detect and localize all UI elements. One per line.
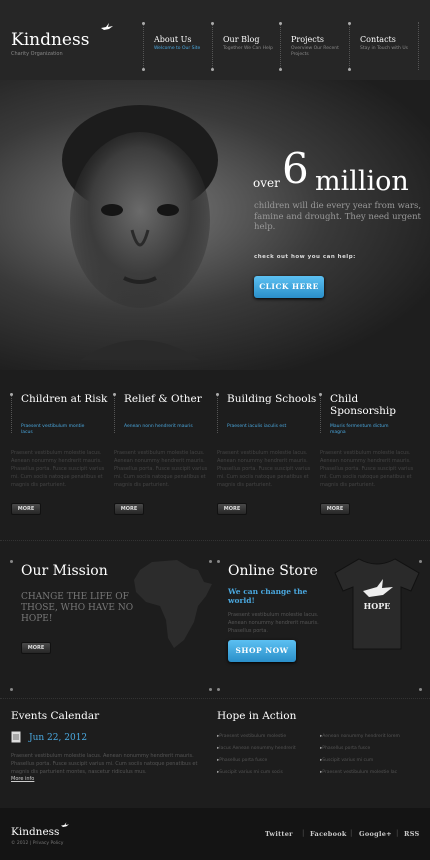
nav-label: Contacts: [360, 35, 396, 44]
more-info-link[interactable]: More info: [11, 776, 34, 782]
hope-link[interactable]: Iacus Aenean nonummy hendrerit: [217, 746, 296, 751]
feature-column: Child Sponsorship Mauris fermentum dictu…: [319, 393, 415, 523]
column-dot: [113, 393, 116, 396]
nav-item-about[interactable]: About Us Welcome to Our Site: [142, 22, 213, 71]
column-title: Building Schools: [227, 393, 317, 405]
more-button[interactable]: MORE: [320, 503, 350, 515]
more-button[interactable]: MORE: [21, 642, 51, 654]
nav-dot: [211, 68, 214, 71]
hope-link[interactable]: Suscipit varius mi cum: [320, 758, 373, 763]
separator: |: [302, 829, 305, 837]
mission-title: Our Mission: [21, 563, 108, 579]
footer-logo[interactable]: Kindness: [11, 826, 59, 838]
dove-icon: [101, 23, 113, 30]
nav-item-blog[interactable]: Our Blog Together We Can Help: [211, 22, 282, 71]
corner-dot: [10, 688, 13, 691]
nav-dot: [279, 68, 282, 71]
column-divider: [11, 393, 12, 433]
hope-link[interactable]: Aenean nonummy hendrerit lorem: [320, 734, 400, 739]
more-button[interactable]: MORE: [11, 503, 41, 515]
nav-sublabel: Stay in Touch with Us: [360, 46, 408, 51]
events-title: Events Calendar: [11, 710, 100, 722]
event-text: Praesent vestibulum molestie lacus. Aene…: [11, 753, 198, 775]
nav-label: Our Blog: [223, 35, 260, 44]
hero-description: children will die every year from wars, …: [254, 201, 422, 232]
separator: |: [350, 829, 353, 837]
store-text: Praesent vestibulum molestie lacus. Aene…: [228, 612, 319, 634]
hope-link[interactable]: Suscipit varius mi cum socis: [217, 770, 283, 775]
hope-link[interactable]: Praesent vestibulum molestie: [217, 734, 286, 739]
feature-column: Building Schools Praesent iaculis iaculi…: [216, 393, 316, 523]
nav-label: About Us: [154, 35, 192, 44]
calendar-icon: [11, 731, 21, 743]
nav-dot: [142, 22, 145, 25]
nav-item-contacts[interactable]: Contacts Stay in Touch with Us: [348, 22, 419, 71]
twitter-link[interactable]: Twitter: [265, 830, 293, 838]
corner-dot: [10, 560, 13, 563]
hope-link[interactable]: Praesent vestibulum molestie lac: [320, 770, 397, 775]
column-divider: [217, 393, 218, 433]
more-button[interactable]: MORE: [217, 503, 247, 515]
column-subtitle: Praesent iaculis iaculis est: [227, 424, 287, 429]
column-subtitle: Aenean nonn hendrerit mauris: [124, 424, 193, 429]
column-subtitle: Mauris fermentum dictum magna: [330, 424, 389, 435]
nav-sublabel: Welcome to Our Site: [154, 46, 201, 51]
hero-number: 6: [282, 144, 309, 193]
feature-column: Relief & Other Aenean nonn hendrerit mau…: [113, 393, 209, 523]
column-title: Child Sponsorship: [330, 393, 396, 417]
hope-link[interactable]: Phasellus porta fusce: [320, 746, 370, 751]
column-dot: [10, 393, 13, 396]
google-plus-link[interactable]: Google+: [359, 830, 392, 838]
site-tagline: Charity Organization: [11, 51, 63, 57]
hope-title: Hope in Action: [217, 710, 297, 722]
column-text: Praesent vestibulum molestie lacus. Aene…: [114, 450, 208, 488]
corner-dot: [209, 688, 212, 691]
column-text: Praesent vestibulum molestie lacus. Aene…: [11, 450, 105, 488]
hope-link[interactable]: Phasellus porta fusce: [217, 758, 267, 763]
rss-link[interactable]: RSS: [404, 830, 420, 838]
feature-column: Children at Risk Praesent vestibulum mon…: [10, 393, 107, 523]
more-button[interactable]: MORE: [114, 503, 144, 515]
column-title: Children at Risk: [21, 393, 108, 405]
store-title: Online Store: [228, 563, 318, 579]
nav-label: Projects: [291, 35, 325, 44]
store-tagline: We can change the world!: [228, 587, 308, 605]
nav-dot: [279, 22, 282, 25]
section-divider: [0, 540, 430, 541]
event-date: Jun 22, 2012: [29, 733, 88, 743]
hero-prompt: check out how you can help:: [254, 254, 356, 260]
column-divider: [320, 393, 321, 433]
footer-copyright: © 2012 | Privacy Policy: [11, 841, 64, 846]
nav-item-projects[interactable]: Projects Overview Our Recent Projects: [279, 22, 350, 71]
dove-icon: [61, 822, 69, 827]
corner-dot: [217, 560, 220, 563]
nav-sublabel: Overview Our Recent Projects: [291, 46, 339, 57]
click-here-button[interactable]: CLICK HERE: [254, 276, 324, 298]
column-dot: [216, 393, 219, 396]
column-divider: [114, 393, 115, 433]
column-text: Praesent vestibulum molestie lacus. Aene…: [320, 450, 414, 488]
hero-over-text: over: [253, 176, 280, 190]
separator: |: [396, 829, 399, 837]
shirt-label: HOPE: [364, 601, 391, 611]
hero-unit: million: [315, 166, 409, 197]
mission-text: CHANGE THE LIFE OF THOSE, WHO HAVE NO HO…: [21, 592, 134, 624]
nav-dot: [211, 22, 214, 25]
section-divider: [0, 698, 430, 699]
corner-dot: [217, 688, 220, 691]
column-text: Praesent vestibulum molestie lacus. Aene…: [217, 450, 311, 488]
site-logo[interactable]: Kindness: [11, 30, 89, 50]
corner-dot: [419, 688, 422, 691]
facebook-link[interactable]: Facebook: [310, 830, 347, 838]
child-portrait-image: [62, 105, 218, 360]
nav-dot: [348, 68, 351, 71]
nav-sublabel: Together We Can Help: [223, 46, 273, 51]
column-title: Relief & Other: [124, 393, 202, 405]
nav-dot: [142, 68, 145, 71]
shop-now-button[interactable]: SHOP NOW: [228, 640, 296, 662]
nav-dot: [348, 22, 351, 25]
column-subtitle: Praesent vestibulum montie lacus: [21, 424, 85, 435]
tshirt-image[interactable]: HOPE: [333, 557, 421, 651]
column-dot: [319, 393, 322, 396]
